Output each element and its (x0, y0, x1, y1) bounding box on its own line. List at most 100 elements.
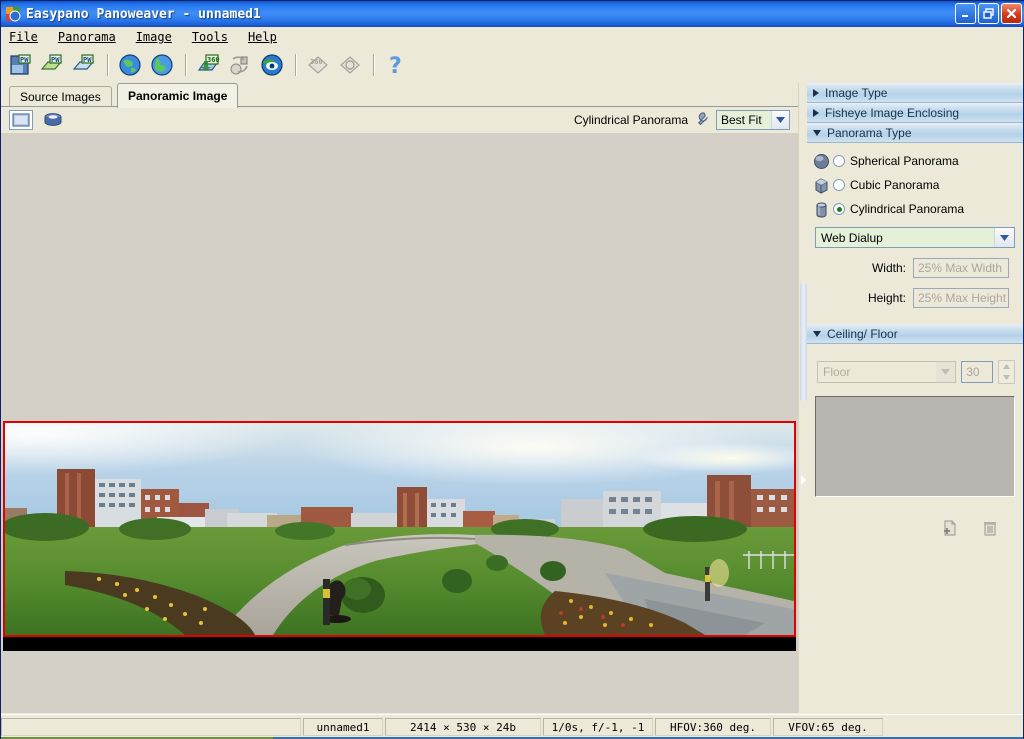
main-toolbar: PW PW PW (1, 47, 1023, 83)
ceiling-floor-controls: Floor 30 (817, 360, 1015, 384)
menu-panorama-label: Panorama (58, 30, 116, 44)
menu-help-label: Help (248, 30, 277, 44)
status-dimensions: 2414 × 530 × 24b (385, 718, 541, 736)
panorama-type-label: Cylindrical Panorama (574, 113, 688, 127)
panorama-canvas[interactable] (1, 133, 798, 713)
svg-text:360: 360 (310, 58, 323, 66)
section-image-type[interactable]: Image Type (807, 83, 1023, 103)
window-title: Easypano Panoweaver - unnamed1 (26, 7, 261, 22)
menu-panorama[interactable]: Panorama (58, 30, 116, 44)
chevron-right-icon (813, 109, 819, 117)
status-empty-panel (1, 718, 301, 736)
menu-help[interactable]: Help (248, 30, 277, 44)
tab-strip: Source Images Panoramic Image (1, 83, 798, 107)
menu-file-label: File (9, 30, 38, 44)
quality-combobox[interactable]: Web Dialup (815, 227, 1015, 248)
ceiling-floor-preview[interactable] (815, 396, 1015, 497)
new-project-icon[interactable]: PW (5, 50, 35, 80)
wrench-icon[interactable] (694, 111, 710, 130)
radio-cubic-input[interactable] (833, 179, 845, 191)
radio-spherical-input[interactable] (833, 155, 845, 167)
minimize-button[interactable] (955, 3, 976, 24)
cylinder-view-icon[interactable] (41, 110, 65, 130)
radio-cylindrical-input[interactable] (833, 203, 845, 215)
panorama-view-toolbar: Cylindrical Panorama Best Fit (1, 107, 798, 133)
tab-source-images[interactable]: Source Images (9, 86, 112, 107)
width-field-row: Width: 25% Max Width (807, 258, 1009, 278)
help-question-icon[interactable]: ? (381, 50, 411, 80)
radio-cylindrical-label: Cylindrical Panorama (850, 202, 964, 216)
section-image-type-label: Image Type (825, 86, 887, 100)
width-label: Width: (872, 261, 906, 275)
svg-text:PW: PW (20, 56, 29, 64)
ceiling-floor-combobox[interactable]: Floor (817, 361, 956, 383)
chevron-down-icon[interactable] (994, 228, 1014, 247)
height-input[interactable]: 25% Max Height (913, 288, 1009, 308)
toolbar-separator-4 (373, 54, 375, 76)
ceiling-floor-actions (807, 519, 999, 537)
menu-tools-label: Tools (192, 30, 228, 44)
title-bar: Easypano Panoweaver - unnamed1 (1, 1, 1024, 27)
menu-tools[interactable]: Tools (192, 30, 228, 44)
app-icon (5, 6, 21, 22)
window-controls (955, 3, 1022, 24)
close-button[interactable] (1001, 3, 1022, 24)
chevron-down-icon (813, 331, 821, 337)
status-bar: unnamed1 2414 × 530 × 24b 1/0s, f/-1, -1… (1, 714, 1023, 739)
ceiling-floor-value: Floor (823, 365, 850, 379)
panorama-selection-frame[interactable] (3, 421, 796, 637)
collapse-panel-icon[interactable] (801, 475, 806, 485)
zoom-combobox[interactable]: Best Fit (716, 110, 790, 130)
zoom-value: Best Fit (721, 113, 762, 127)
tab-panoramic-image[interactable]: Panoramic Image (117, 83, 238, 108)
flat-view-icon[interactable] (9, 110, 33, 130)
letterbox-band (3, 636, 796, 651)
stitch-360-icon[interactable]: 360 (193, 50, 223, 80)
section-ceiling-floor[interactable]: Ceiling/ Floor (807, 324, 1023, 344)
ceiling-floor-body: Floor 30 (807, 344, 1023, 541)
status-exposure: 1/0s, f/-1, -1 (543, 718, 653, 736)
open-project-icon[interactable]: PW (37, 50, 67, 80)
section-fisheye-enclosing-label: Fisheye Image Enclosing (825, 106, 959, 120)
tab-panoramic-image-label: Panoramic Image (128, 89, 227, 103)
menu-file[interactable]: File (9, 30, 38, 44)
add-file-icon[interactable] (941, 519, 959, 537)
angle-stepper[interactable] (998, 360, 1015, 384)
section-fisheye-enclosing[interactable]: Fisheye Image Enclosing (807, 103, 1023, 123)
save-project-icon[interactable]: PW (69, 50, 99, 80)
radio-cubic-label: Cubic Panorama (850, 178, 939, 192)
application-window: Easypano Panoweaver - unnamed1 File Pano… (0, 0, 1024, 739)
radio-spherical-panorama[interactable]: Spherical Panorama (807, 149, 1023, 173)
menu-image[interactable]: Image (136, 30, 172, 44)
svg-text:?: ? (389, 54, 402, 78)
status-hfov: HFOV:360 deg. (655, 718, 771, 736)
splitter-grip[interactable] (800, 283, 807, 401)
svg-text:PW: PW (83, 56, 92, 64)
view-eye-globe-icon[interactable] (257, 50, 287, 80)
publish-360-disabled-icon[interactable]: 360 (303, 50, 333, 80)
status-vfov: VFOV:65 deg. (773, 718, 883, 736)
section-panorama-type[interactable]: Panorama Type (807, 123, 1023, 143)
section-panorama-type-label: Panorama Type (827, 126, 912, 140)
height-label: Height: (868, 291, 906, 305)
export-disabled-icon[interactable] (335, 50, 365, 80)
cube-icon (813, 177, 830, 194)
width-input[interactable]: 25% Max Width (913, 258, 1009, 278)
chevron-down-icon (813, 130, 821, 136)
radio-cylindrical-panorama[interactable]: Cylindrical Panorama (807, 197, 1023, 221)
chevron-down-icon[interactable] (936, 362, 955, 382)
main-content-area: Source Images Panoramic Image (1, 83, 798, 713)
sphere-icon (813, 153, 830, 170)
angle-input[interactable]: 30 (961, 361, 993, 383)
radio-cubic-panorama[interactable]: Cubic Panorama (807, 173, 1023, 197)
maximize-button[interactable] (978, 3, 999, 24)
trash-icon[interactable] (981, 519, 999, 537)
publish-globe-icon[interactable] (115, 50, 145, 80)
convert-shape-icon[interactable] (225, 50, 255, 80)
toolbar-separator-1 (107, 54, 109, 76)
chevron-down-icon[interactable] (771, 111, 789, 129)
height-field-row: Height: 25% Max Height (807, 288, 1009, 308)
preview-globe-icon[interactable] (147, 50, 177, 80)
chevron-right-icon (813, 89, 819, 97)
svg-text:360: 360 (207, 56, 220, 64)
